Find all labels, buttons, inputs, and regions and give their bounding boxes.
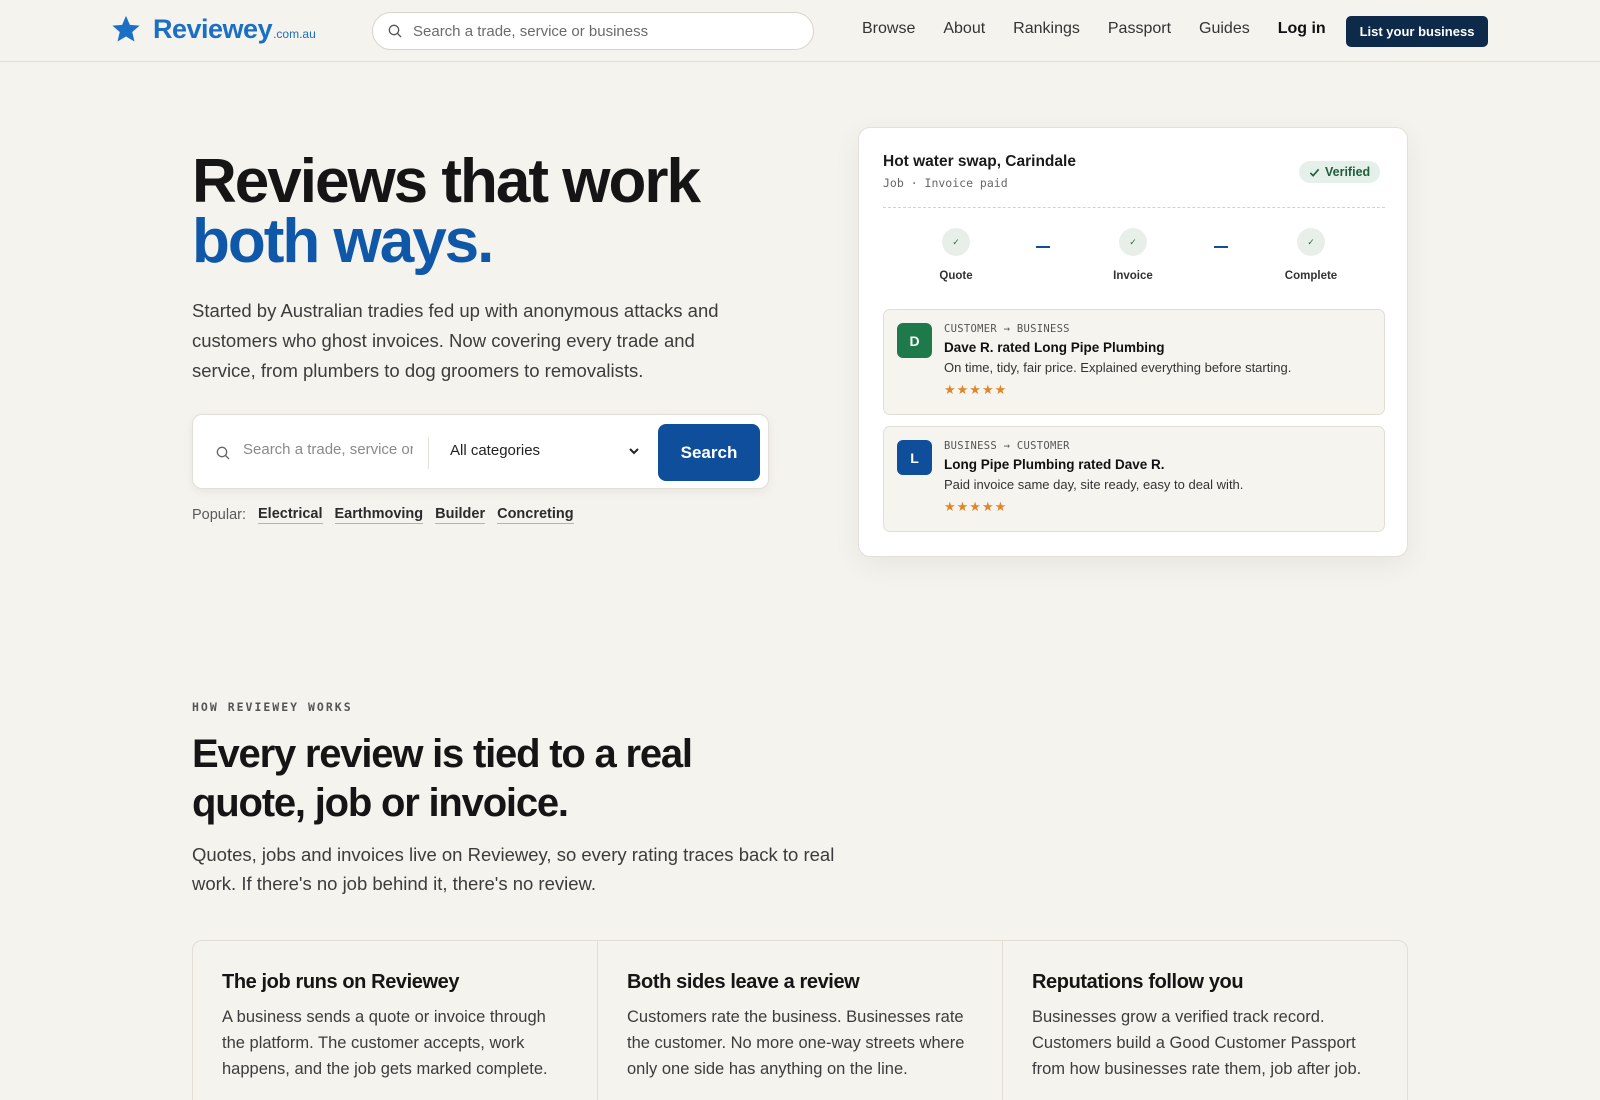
review-headline: Dave R. rated Long Pipe Plumbing: [944, 340, 1165, 355]
verified-badge: Verified: [1299, 161, 1381, 183]
avatar: L: [897, 440, 932, 475]
nav-browse[interactable]: Browse: [862, 20, 915, 38]
review-body: On time, tidy, fair price. Explained eve…: [944, 360, 1292, 375]
job-meta: Job · Invoice paid: [883, 176, 1008, 190]
hero-title-line2: both ways.: [192, 207, 494, 276]
feature-body: A business sends a quote or invoice thro…: [222, 1008, 548, 1078]
hero-title-line1: Reviews that work: [192, 147, 701, 216]
popular-label: Popular:: [192, 507, 247, 523]
popular-builder[interactable]: Builder: [435, 506, 486, 524]
review-body: Paid invoice same day, site ready, easy …: [944, 477, 1244, 492]
section-subtitle: Quotes, jobs and invoices live on Review…: [192, 844, 835, 894]
login-link[interactable]: Log in: [1278, 20, 1326, 38]
site-header: Reviewey .com.au Browse About Rankings P…: [0, 0, 1600, 62]
category-selected: All categories: [450, 442, 541, 459]
feature-card: Both sides leave a review Customers rate…: [598, 941, 1003, 1100]
step-connector: [1036, 246, 1050, 248]
check-icon: ✓: [1119, 228, 1147, 256]
feature-title: Both sides leave a review: [627, 971, 860, 993]
popular-concreting[interactable]: Concreting: [497, 506, 574, 524]
job-card: Hot water swap, Carindale Job · Invoice …: [858, 127, 1408, 557]
category-select[interactable]: All categories: [450, 442, 640, 459]
header-search-input[interactable]: [413, 22, 793, 40]
logo[interactable]: Reviewey .com.au: [111, 14, 316, 44]
chevron-down-icon: [629, 447, 639, 454]
search-button[interactable]: Search: [658, 424, 760, 481]
list-business-button[interactable]: List your business: [1346, 16, 1488, 47]
feature-title: The job runs on Reviewey: [222, 971, 460, 993]
review-direction: BUSINESS → CUSTOMER: [944, 440, 1070, 452]
hero-title: Reviews that work both ways.: [192, 151, 701, 276]
step-connector: [1214, 246, 1228, 248]
star-rating-icon: ★★★★★: [944, 499, 1008, 514]
review-headline: Long Pipe Plumbing rated Dave R.: [944, 457, 1165, 472]
nav-passport[interactable]: Passport: [1108, 20, 1171, 38]
check-icon: [1309, 168, 1320, 177]
hero-subtitle: Started by Australian tradies fed up wit…: [192, 300, 719, 381]
job-title: Hot water swap, Carindale: [883, 153, 1076, 170]
feature-title: Reputations follow you: [1032, 971, 1244, 993]
step-quote: ✓ Quote: [916, 228, 996, 282]
feature-card: The job runs on Reviewey A business send…: [193, 941, 598, 1100]
feature-card: Reputations follow you Businesses grow a…: [1003, 941, 1407, 1100]
step-invoice: ✓ Invoice: [1093, 228, 1173, 282]
search-icon: [216, 446, 230, 460]
nav-rankings[interactable]: Rankings: [1013, 20, 1080, 38]
brand-tld: .com.au: [273, 27, 316, 41]
popular-electrical[interactable]: Electrical: [258, 506, 323, 524]
review-business-to-customer: L BUSINESS → CUSTOMER Long Pipe Plumbing…: [883, 426, 1385, 532]
features-grid: The job runs on Reviewey A business send…: [192, 940, 1408, 1100]
popular-earthmoving[interactable]: Earthmoving: [334, 506, 424, 524]
nav-guides[interactable]: Guides: [1199, 20, 1250, 38]
step-label: Complete: [1284, 270, 1338, 282]
feature-body: Businesses grow a verified track record.…: [1032, 1008, 1362, 1078]
review-customer-to-business: D CUSTOMER → BUSINESS Dave R. rated Long…: [883, 309, 1385, 415]
section-title: Every review is tied to a real quote, jo…: [192, 732, 693, 825]
step-label: Invoice: [1113, 270, 1153, 282]
search-divider: [428, 437, 429, 469]
check-icon: ✓: [942, 228, 970, 256]
main-nav: Browse About Rankings Passport Guides Lo…: [862, 20, 1326, 38]
header-search[interactable]: [372, 12, 814, 50]
verified-label: Verified: [1325, 165, 1371, 179]
avatar: D: [897, 323, 932, 358]
brand-name: Reviewey: [153, 14, 273, 44]
hero-search-input[interactable]: [243, 441, 413, 458]
section-eyebrow: HOW REVIEWEY WORKS: [192, 700, 353, 714]
check-icon: ✓: [1297, 228, 1325, 256]
search-icon: [388, 24, 402, 38]
step-label: Quote: [939, 270, 973, 282]
review-direction: CUSTOMER → BUSINESS: [944, 323, 1070, 335]
star-icon: [112, 15, 140, 42]
popular-searches: Popular: Electrical Earthmoving Builder …: [192, 506, 574, 524]
hero-search-box: All categories Search: [192, 414, 769, 489]
card-divider: [883, 207, 1385, 208]
nav-about[interactable]: About: [943, 20, 985, 38]
step-complete: ✓ Complete: [1271, 228, 1351, 282]
feature-body: Customers rate the business. Businesses …: [627, 1008, 965, 1078]
star-rating-icon: ★★★★★: [944, 382, 1008, 397]
